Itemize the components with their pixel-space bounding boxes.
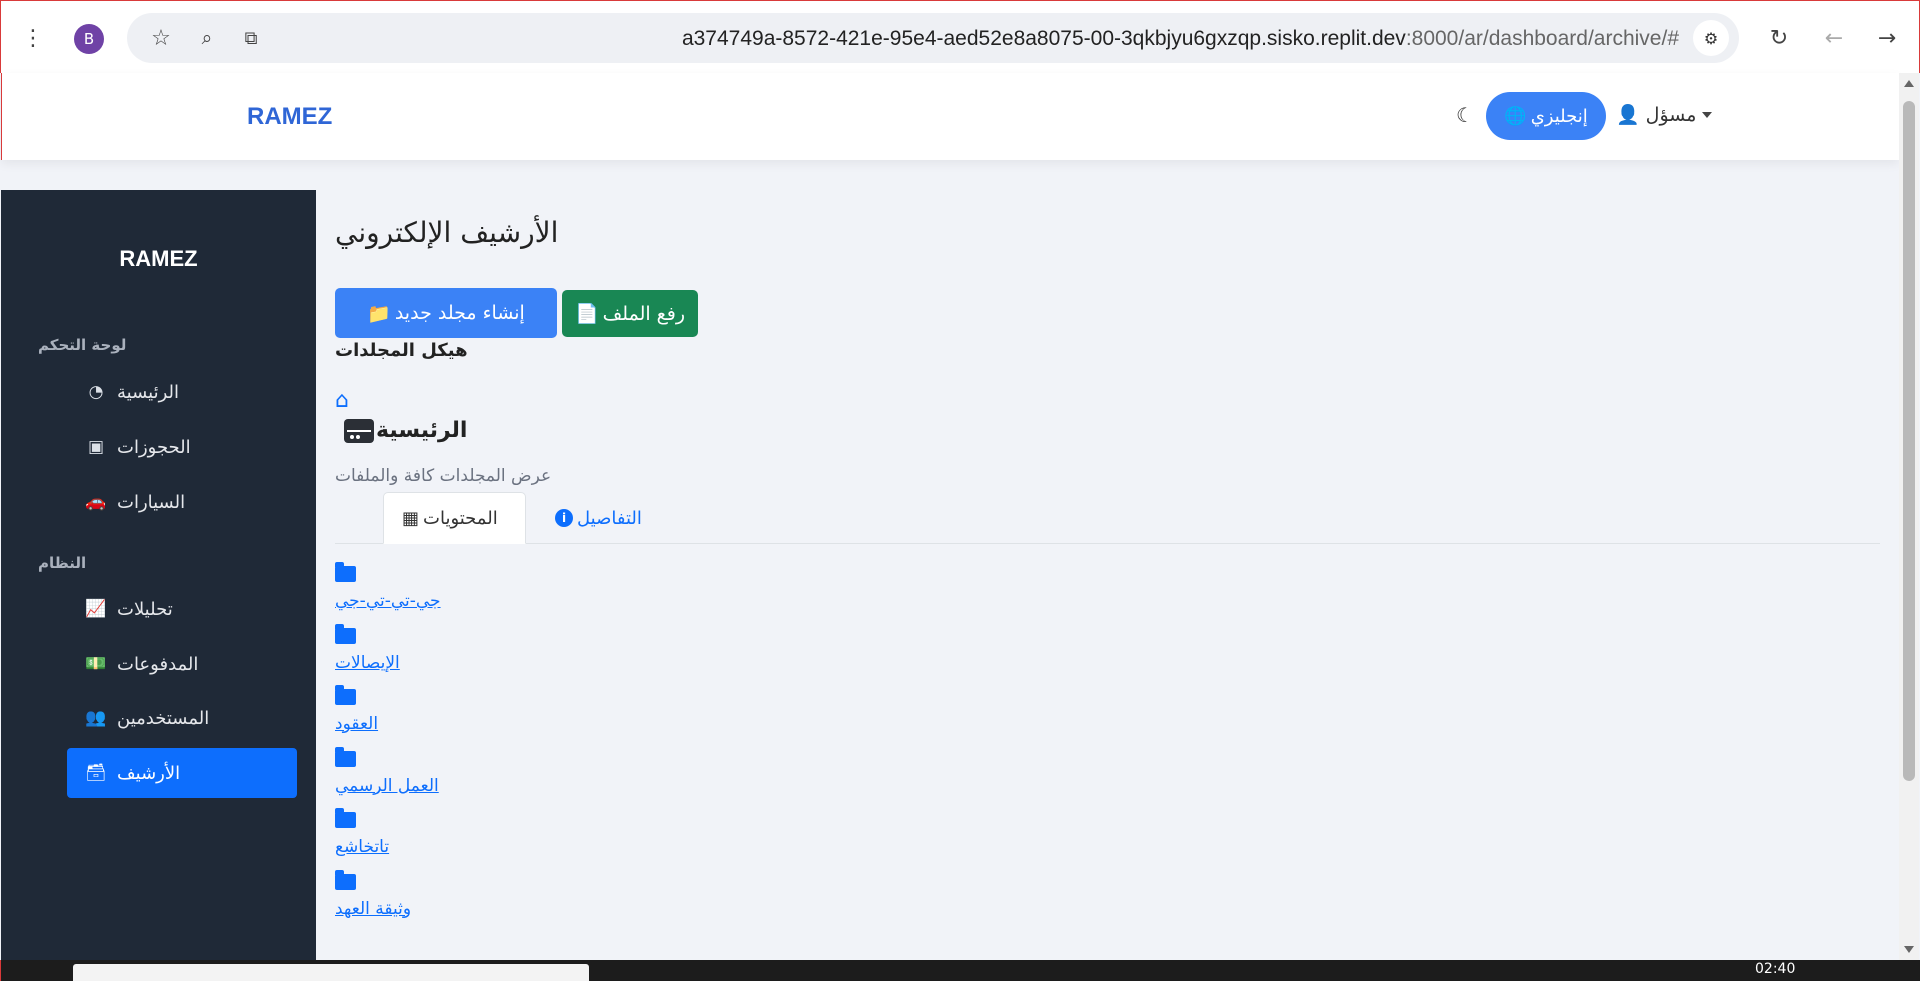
sidebar-item-analytics[interactable]: 📈 تحليلات	[67, 584, 297, 634]
folder-link[interactable]: جي-تي-تي-جي	[335, 591, 441, 611]
chevron-down-icon	[1702, 111, 1713, 118]
user-menu[interactable]: 👤 مسؤل	[1616, 103, 1713, 126]
content-tabs: ▦ المحتويات i التفاصيل	[335, 492, 1880, 544]
folder-icon[interactable]	[335, 685, 356, 705]
forward-icon[interactable]: →	[1869, 20, 1905, 56]
language-button[interactable]: 🌐 إنجليزي	[1486, 92, 1606, 140]
menu-dots-icon[interactable]: ⋮	[15, 20, 51, 56]
sidebar-item-home[interactable]: ◔ الرئيسية	[67, 367, 297, 417]
sidebar-item-label: الرئيسية	[117, 381, 179, 403]
language-button-label: إنجليزي	[1530, 105, 1588, 127]
sidebar-item-bookings[interactable]: ▣ الحجوزات	[67, 422, 297, 472]
money-icon: 💵	[85, 654, 107, 674]
drive-icon	[344, 418, 374, 443]
browser-toolbar: ⋮ B ☆ ⌕ ⧉ a374749a-8572-421e-95e4-aed52e…	[0, 0, 1920, 73]
chart-line-icon: 📈	[85, 599, 107, 619]
sidebar-section-dashboard: لوحة التحكم	[38, 336, 127, 354]
address-bar[interactable]: ☆ ⌕ ⧉ a374749a-8572-421e-95e4-aed52e8a80…	[127, 13, 1739, 63]
sidebar-item-label: تحليلات	[117, 598, 173, 620]
folder-icon[interactable]	[335, 869, 356, 890]
back-icon[interactable]: ←	[1816, 20, 1852, 56]
reload-icon[interactable]: ↻	[1761, 20, 1797, 56]
tab-details[interactable]: i التفاصيل	[537, 492, 660, 544]
moon-icon[interactable]: ☾	[1456, 103, 1474, 127]
user-shield-icon: 👤	[1616, 104, 1640, 126]
new-folder-label: إنشاء مجلد جديد	[394, 302, 525, 324]
profile-avatar[interactable]: B	[74, 24, 104, 54]
sidebar-section-system: النظام	[38, 554, 87, 572]
calendar-check-icon: ▣	[87, 437, 105, 457]
folder-link[interactable]: الإيصالات	[335, 653, 400, 673]
sidebar-item-payments[interactable]: 💵 المدفوعات	[67, 639, 297, 689]
translate-icon[interactable]: ⧉	[233, 20, 269, 56]
folder-icon[interactable]	[335, 562, 356, 582]
navbar-brand[interactable]: RAMEZ	[247, 103, 332, 131]
top-navbar: RAMEZ ☾ 🌐 إنجليزي 👤 مسؤل	[1, 73, 1899, 160]
site-settings-icon[interactable]: ⚙	[1693, 20, 1729, 56]
page-scrollbar[interactable]	[1899, 73, 1919, 960]
tab-contents[interactable]: ▦ المحتويات	[383, 492, 526, 544]
upload-file-button[interactable]: 📄 رفع الملف	[562, 290, 698, 337]
archive-icon: 🗃	[85, 763, 107, 783]
sidebar-item-label: المستخدمين	[117, 707, 210, 729]
folder-structure-title: هيكل المجلدات	[335, 340, 468, 361]
folder-link[interactable]: العقود	[335, 714, 378, 734]
taskbar-clock: 02:40	[1755, 961, 1796, 977]
tab-details-label: التفاصيل	[577, 507, 642, 529]
user-menu-label: مسؤل	[1645, 103, 1697, 126]
zoom-icon[interactable]: ⌕	[189, 20, 225, 56]
scroll-up-icon[interactable]	[1904, 80, 1914, 87]
sidebar: RAMEZ لوحة التحكم ◔ الرئيسية ▣ الحجوزات …	[1, 190, 316, 960]
folder-link[interactable]: تاتخاشع	[335, 837, 389, 857]
folder-description: عرض المجلدات كافة والملفات	[335, 466, 552, 486]
sidebar-item-cars[interactable]: 🚗 السيارات	[67, 477, 297, 527]
table-icon: ▦	[402, 507, 420, 529]
url-text[interactable]: a374749a-8572-421e-95e4-aed52e8a8075-00-…	[682, 27, 1679, 51]
current-folder-name: الرئيسية	[376, 418, 468, 443]
taskbar-search-box[interactable]	[73, 964, 589, 981]
sidebar-item-label: السيارات	[117, 491, 186, 513]
tab-contents-label: المحتويات	[423, 507, 498, 529]
scrollbar-thumb[interactable]	[1903, 101, 1915, 781]
sidebar-item-label: الحجوزات	[117, 436, 191, 458]
sidebar-item-label: المدفوعات	[117, 653, 199, 675]
home-icon[interactable]: ⌂	[335, 388, 349, 413]
car-icon: 🚗	[85, 492, 107, 512]
upload-file-label: رفع الملف	[602, 302, 686, 325]
info-icon: i	[555, 509, 573, 527]
globe-icon: 🌐	[1504, 105, 1527, 127]
folder-plus-icon: 📁	[367, 302, 391, 325]
folder-link[interactable]: العمل الرسمي	[335, 776, 439, 796]
gauge-icon: ◔	[88, 382, 104, 402]
new-folder-button[interactable]: 📁 إنشاء مجلد جديد	[335, 288, 557, 338]
scroll-down-icon[interactable]	[1904, 946, 1914, 953]
sidebar-item-users[interactable]: 👥 المستخدمين	[67, 693, 297, 743]
folder-icon[interactable]	[335, 746, 356, 767]
sidebar-item-label: الأرشيف	[117, 762, 181, 784]
current-folder-title: الرئيسية	[344, 418, 467, 443]
sidebar-brand[interactable]: RAMEZ	[1, 246, 316, 272]
folder-icon[interactable]	[335, 623, 356, 644]
users-icon: 👥	[85, 708, 107, 728]
file-upload-icon: 📄	[574, 303, 599, 325]
os-taskbar: 02:40	[0, 960, 1920, 981]
sidebar-item-archive[interactable]: 🗃 الأرشيف	[67, 748, 297, 798]
folder-link[interactable]: وثيقة العهد	[335, 899, 411, 919]
folder-icon[interactable]	[335, 808, 356, 828]
page-title: الأرشيف الإلكتروني	[335, 216, 559, 249]
star-icon[interactable]: ☆	[143, 20, 179, 56]
